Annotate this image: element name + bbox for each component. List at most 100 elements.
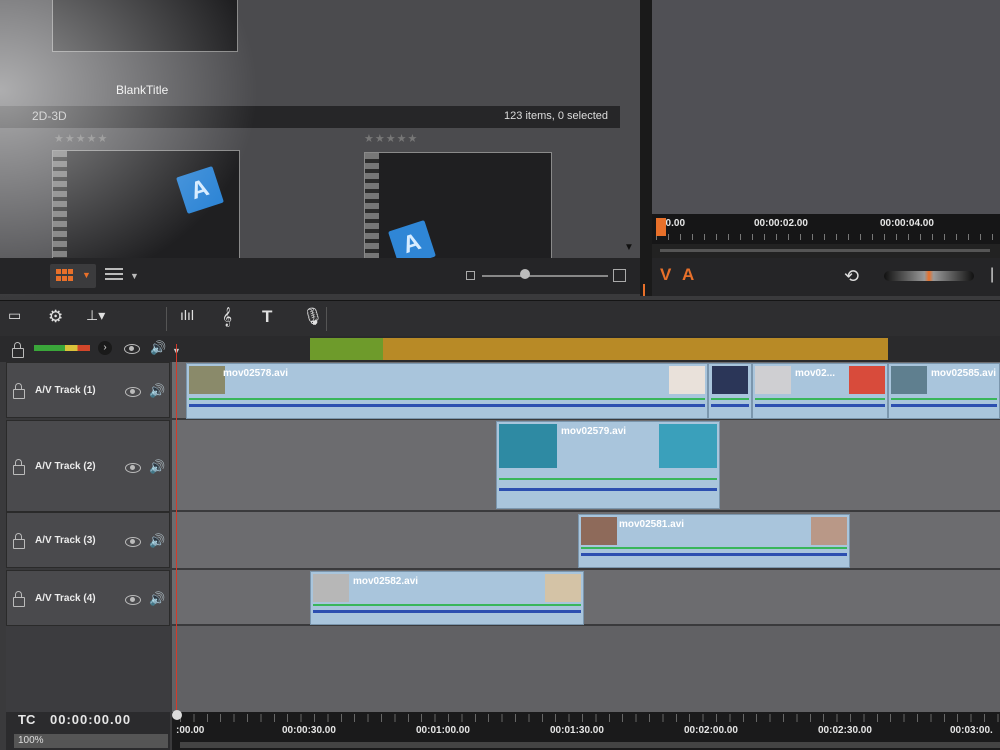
player-playhead[interactable] [656,218,666,236]
chevron-down-icon[interactable]: ▼ [130,271,139,281]
jog-shuttle[interactable] [884,271,974,281]
timeline-toolbar: ▭ ⚙ ⊥▾ ılıl 𝄞 T 🎙 [0,300,1000,337]
master-audio-meter [34,345,90,351]
voiceover-mic-icon[interactable]: 🎙 [302,307,324,327]
category-label[interactable]: 2D-3D [32,109,67,123]
video-toggle[interactable]: V [660,265,671,285]
zoom-large-icon[interactable] [613,269,626,282]
audio-toggle[interactable]: A [682,265,694,285]
clip-name: mov02... [795,368,836,379]
track-name: A/V Track (3) [35,535,96,546]
clip-thumbnail [755,366,791,394]
audio-waveform [189,404,705,407]
go-to-end-icon[interactable]: | [990,266,994,284]
track-header-2[interactable]: A/V Track (2) 🔊 [6,420,170,512]
timeline-playhead[interactable] [176,344,177,716]
rendered-range [310,338,383,360]
list-view-icon[interactable] [105,268,123,280]
zoom-small-icon[interactable] [466,271,475,280]
track-lane-4[interactable]: mov02582.avi [172,570,1000,626]
speaker-icon[interactable]: 🔊 [150,340,166,356]
track-lane-3[interactable]: mov02581.avi [172,512,1000,570]
pane-divider[interactable] [640,0,652,296]
library-footer-toolbar: ▼ ▼ [0,258,640,294]
music-icon[interactable]: 𝄞 [222,307,232,327]
storyboard-icon[interactable]: ▭ [8,307,21,324]
track-lane-1[interactable]: mov02578.avi mov02... mov02585.avi [172,362,1000,420]
audio-mixer-icon[interactable]: ılıl [180,307,194,323]
scroll-down-arrow-icon[interactable]: ▼ [624,242,634,253]
clip-mov02578[interactable]: mov02578.avi [186,363,708,419]
ruler-label: 00:02:30.00 [818,725,872,736]
rating-stars[interactable]: ★★★★★ [364,132,418,145]
clip-mov02581[interactable]: mov02581.avi [578,514,850,568]
track-header-4[interactable]: A/V Track (4) 🔊 [6,570,170,626]
toolbar-divider [166,307,167,331]
clip-mov02582[interactable]: mov02582.avi [310,571,584,625]
library-thumb-blanktitle[interactable] [52,0,238,52]
library-thumb-2d3d-2[interactable]: A [364,152,552,258]
film-strip [53,151,67,258]
title-a-icon: A [176,166,224,214]
lock-icon[interactable] [13,459,25,475]
loop-icon[interactable]: ⟲ [844,266,859,287]
track-lane-2[interactable]: mov02579.avi [172,420,1000,512]
empty-track-header [6,626,170,712]
audio-waveform [581,547,847,549]
clip-thumbnail [581,517,617,545]
track-name: A/V Track (1) [35,385,96,396]
settings-gear-icon[interactable]: ⚙ [48,307,63,327]
eye-icon[interactable] [125,537,141,547]
lock-icon[interactable] [13,591,25,607]
timeline-header-row: › 🔊 ▼ [0,336,1000,362]
playhead-handle[interactable] [172,710,182,720]
speaker-icon[interactable]: 🔊 [149,591,165,607]
clip-name: mov02581.avi [619,519,685,530]
title-text-icon[interactable]: T [262,307,272,327]
grid-view-button[interactable]: ▼ [50,264,96,288]
zoom-level[interactable]: 100% [14,734,168,748]
audio-waveform [499,478,717,480]
scrub-bar[interactable] [660,249,990,252]
ruler-label: 00:03:00. [950,725,993,736]
track-header-3[interactable]: A/V Track (3) 🔊 [6,512,170,568]
library-thumb-2d3d-1[interactable]: A [52,150,240,258]
lock-icon[interactable] [12,342,24,358]
empty-track-area[interactable] [172,626,1000,712]
timeline-scrollbar[interactable] [180,742,1000,748]
player-time-1: 00:00:02.00 [754,218,808,229]
clip-short[interactable] [708,363,752,419]
audio-waveform [711,398,749,400]
slider-knob[interactable] [520,269,530,279]
clip-end-thumbnail [659,424,717,468]
thumb-size-slider[interactable] [482,275,608,277]
audio-waveform [189,398,705,400]
eye-icon[interactable] [125,463,141,473]
track-header-1[interactable]: A/V Track (1) 🔊 [6,362,170,418]
rating-stars[interactable]: ★★★★★ [54,132,108,145]
clip-name: mov02585.avi [931,368,997,379]
chevron-right-icon[interactable]: › [98,341,112,355]
player-ruler[interactable]: 00.00 00:00:02.00 00:00:04.00 [652,214,1000,244]
audio-waveform [499,488,717,491]
speaker-icon[interactable]: 🔊 [149,459,165,475]
clip-end-thumbnail [849,366,885,394]
speaker-icon[interactable]: 🔊 [149,533,165,549]
eye-icon[interactable] [125,595,141,605]
speaker-icon[interactable]: 🔊 [149,383,165,399]
ruler-ticks [656,234,1000,240]
clip-mov02579[interactable]: mov02579.avi [496,421,720,509]
player-scrubber[interactable] [652,218,1000,258]
eye-icon[interactable] [124,344,140,354]
lock-icon[interactable] [13,383,25,399]
eye-icon[interactable] [125,387,141,397]
clip-mov02585[interactable]: mov02585.avi [888,363,1000,419]
timeline-ruler[interactable]: :00.00 00:00:30.00 00:01:00.00 00:01:30.… [172,712,1000,750]
snap-icon[interactable]: ⊥▾ [86,307,105,324]
audio-waveform [891,404,997,407]
item-count: 123 items, 0 selected [504,110,608,122]
lock-icon[interactable] [13,533,25,549]
track-name: A/V Track (4) [35,593,96,604]
clip-mov02-partial[interactable]: mov02... [752,363,888,419]
timecode-display[interactable]: 00:00:00.00 [50,712,131,727]
